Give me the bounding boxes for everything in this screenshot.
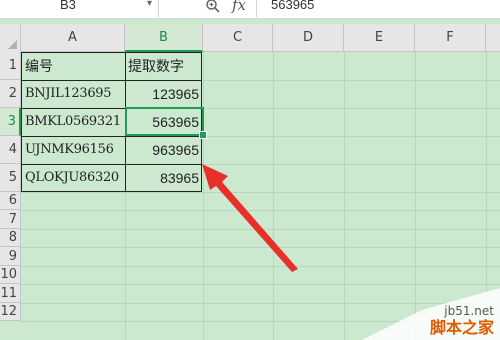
formula-input[interactable]: 563965 <box>256 0 500 17</box>
cell-b1[interactable]: 提取数字 <box>128 56 204 80</box>
row-header-2[interactable]: 2 <box>0 80 21 108</box>
chevron-down-icon[interactable]: ▾ <box>147 0 152 9</box>
fx-icon[interactable]: fx <box>232 0 246 14</box>
table-divider <box>21 80 202 81</box>
fill-handle[interactable] <box>199 131 207 139</box>
gridline <box>203 52 204 340</box>
gridline <box>21 247 500 248</box>
gridline <box>21 266 500 267</box>
watermark: jb51.net 脚本之家 <box>362 288 500 340</box>
cell-a4[interactable]: UJNMK96156 <box>21 142 125 164</box>
row-header-8[interactable]: 8 <box>0 229 21 247</box>
cell-b4[interactable]: 963965 <box>125 142 203 164</box>
cell-a2[interactable]: BNJIL123695 <box>21 86 125 108</box>
row-header-12[interactable]: 12 <box>0 303 21 321</box>
select-all-corner[interactable] <box>0 24 21 53</box>
formula-value: 563965 <box>271 0 315 12</box>
name-box-value: B3 <box>60 0 76 12</box>
row-header-11[interactable]: 11 <box>0 284 21 303</box>
row-header-3[interactable]: 3 <box>0 108 21 136</box>
name-box[interactable]: B3 ▾ <box>0 0 159 17</box>
formula-bar: B3 ▾ fx 563965 <box>0 0 500 19</box>
table-divider <box>21 136 202 137</box>
row-header-6[interactable]: 6 <box>0 192 21 210</box>
column-header-a[interactable]: A <box>21 24 125 52</box>
gridline <box>21 192 500 193</box>
column-header-e[interactable]: E <box>344 24 415 52</box>
column-header-c[interactable]: C <box>203 24 273 52</box>
table-divider <box>21 164 202 165</box>
column-header-b[interactable]: B <box>125 24 203 52</box>
cell-a5[interactable]: QLOKJU86320 <box>21 170 125 192</box>
cell-b5[interactable]: 83965 <box>125 170 203 192</box>
column-header-g[interactable] <box>486 24 500 52</box>
gridline <box>273 52 274 340</box>
cell-b2[interactable]: 123965 <box>125 86 203 108</box>
gridline <box>21 284 500 285</box>
gridline <box>21 210 500 211</box>
gridline <box>344 52 345 340</box>
gridline <box>21 229 500 230</box>
row-header-7[interactable]: 7 <box>0 210 21 229</box>
watermark-name: 脚本之家 <box>429 318 494 337</box>
cell-a3[interactable]: BMKL0569321 <box>21 114 125 136</box>
column-header-d[interactable]: D <box>273 24 344 52</box>
row-header-10[interactable]: 10 <box>0 266 21 284</box>
zoom-icon[interactable] <box>205 0 221 14</box>
row-header-9[interactable]: 9 <box>0 247 21 266</box>
column-header-f[interactable]: F <box>415 24 486 52</box>
row-header-1[interactable]: 1 <box>0 52 21 80</box>
cell-a1[interactable]: 编号 <box>25 56 125 80</box>
row-header-5[interactable]: 5 <box>0 164 21 192</box>
active-cell-outline[interactable] <box>125 107 204 136</box>
row-header-4[interactable]: 4 <box>0 136 21 164</box>
